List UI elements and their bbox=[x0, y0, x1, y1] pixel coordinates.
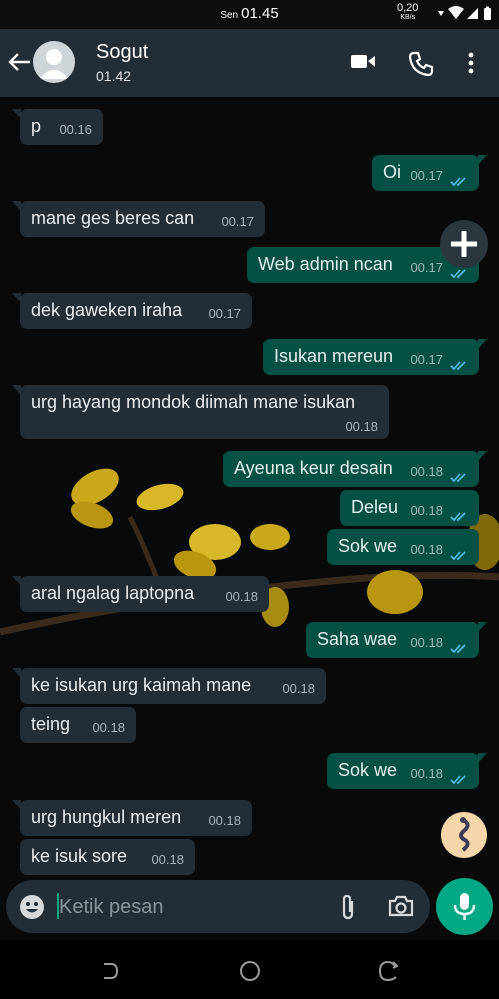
system-nav-bar bbox=[0, 940, 499, 999]
read-receipt-icon bbox=[450, 467, 468, 488]
message-text: Ayeuna keur desain bbox=[234, 458, 393, 478]
message-time: 00.17 bbox=[221, 214, 254, 229]
paperclip-icon[interactable] bbox=[338, 893, 358, 926]
message-input[interactable]: Ketik pesan bbox=[59, 896, 164, 919]
read-receipt-icon bbox=[450, 355, 468, 376]
outgoing-message[interactable]: Deleu 00.18 bbox=[340, 490, 479, 526]
outgoing-message[interactable]: Sok we 00.18 bbox=[327, 753, 487, 790]
status-icons bbox=[436, 6, 496, 27]
bubble-tail bbox=[12, 668, 21, 678]
last-seen: 01.42 bbox=[96, 68, 132, 84]
message-time: 00.18 bbox=[225, 589, 258, 604]
message-text: dek gaweken iraha bbox=[31, 300, 183, 320]
bubble-tail bbox=[12, 109, 21, 119]
incoming-message[interactable]: p 00.16 bbox=[12, 109, 103, 145]
microphone-icon[interactable] bbox=[436, 878, 493, 935]
incoming-message[interactable]: urg hungkul meren 00.18 bbox=[12, 800, 252, 836]
message-text: ke isukan urg kaimah mane bbox=[31, 675, 252, 695]
read-receipt-icon bbox=[450, 769, 468, 790]
bubble-tail bbox=[478, 622, 487, 632]
bubble-tail bbox=[12, 201, 21, 211]
read-receipt-icon bbox=[450, 506, 468, 527]
home-icon[interactable] bbox=[239, 960, 261, 987]
outgoing-message[interactable]: Isukan mereun 00.17 bbox=[263, 339, 487, 376]
message-text: p bbox=[31, 116, 42, 136]
message-text: urg hayang mondok diimah mane isukan bbox=[31, 392, 356, 412]
message-time: 00.18 bbox=[410, 503, 443, 518]
plus-icon[interactable] bbox=[440, 220, 488, 268]
emoji-icon[interactable] bbox=[19, 894, 45, 925]
incoming-message[interactable]: dek gaweken iraha 00.17 bbox=[12, 293, 252, 329]
bubble-tail bbox=[478, 155, 487, 165]
voice-call-icon[interactable] bbox=[408, 51, 434, 82]
contact-name[interactable]: Sogut bbox=[96, 41, 148, 64]
message-time: 00.18 bbox=[92, 720, 125, 735]
message-text: teing bbox=[31, 714, 71, 734]
message-time: 00.18 bbox=[410, 635, 443, 650]
message-time: 00.17 bbox=[410, 352, 443, 367]
chat-header: Sogut 01.42 bbox=[0, 29, 499, 97]
incoming-message[interactable]: urg hayang mondok diimah mane isukan 00.1… bbox=[12, 385, 389, 439]
camera-icon[interactable] bbox=[388, 894, 414, 923]
read-receipt-icon bbox=[450, 171, 468, 192]
message-text: Isukan mereun bbox=[274, 346, 394, 366]
message-text: Deleu bbox=[351, 497, 399, 517]
message-text: urg hungkul meren bbox=[31, 807, 182, 827]
video-call-icon[interactable] bbox=[350, 51, 376, 76]
recent-apps-icon[interactable] bbox=[100, 961, 120, 986]
message-time: 00.17 bbox=[208, 306, 241, 321]
back-nav-icon[interactable] bbox=[378, 960, 400, 987]
incoming-message[interactable]: ke isukan urg kaimah mane 00.18 bbox=[12, 668, 326, 704]
network-speed: 0,20 KB/s bbox=[397, 2, 419, 22]
message-time: 00.17 bbox=[410, 260, 443, 275]
bubble-tail bbox=[12, 800, 21, 810]
outgoing-message[interactable]: Saha wae 00.18 bbox=[306, 622, 487, 659]
message-time: 00.18 bbox=[410, 766, 443, 781]
avatar[interactable] bbox=[33, 41, 75, 83]
message-time: 00.18 bbox=[345, 419, 378, 434]
outgoing-message[interactable]: Oi 00.17 bbox=[372, 155, 487, 192]
message-time: 00.18 bbox=[151, 852, 184, 867]
message-text: mane ges beres can bbox=[31, 208, 195, 228]
composer-bar: Ketik pesan bbox=[6, 880, 430, 933]
outgoing-message[interactable]: Sok we 00.18 bbox=[327, 529, 479, 565]
bubble-tail bbox=[12, 576, 21, 586]
incoming-message[interactable]: aral ngalag laptopna 00.18 bbox=[12, 576, 269, 612]
message-text: ke isuk sore bbox=[31, 846, 128, 866]
message-time: 00.18 bbox=[208, 813, 241, 828]
message-time: 00.18 bbox=[410, 464, 443, 479]
message-text: Web admin ncan bbox=[258, 254, 393, 274]
arrow-left-icon[interactable] bbox=[6, 49, 32, 80]
incoming-message[interactable]: ke isuk sore 00.18 bbox=[20, 839, 195, 875]
bubble-tail bbox=[12, 385, 21, 395]
incoming-message[interactable]: teing 00.18 bbox=[20, 707, 136, 743]
outgoing-message[interactable]: Ayeuna keur desain 00.18 bbox=[223, 451, 487, 488]
bubble-tail bbox=[12, 293, 21, 303]
bubble-tail bbox=[478, 451, 487, 461]
message-text: Oi bbox=[383, 162, 401, 182]
message-text: Sok we bbox=[338, 536, 398, 556]
message-text: Sok we bbox=[338, 760, 398, 780]
message-time: 00.17 bbox=[410, 168, 443, 183]
read-receipt-icon bbox=[450, 638, 468, 659]
bubble-tail bbox=[478, 339, 487, 349]
incoming-message[interactable]: mane ges beres can 00.17 bbox=[12, 201, 265, 237]
message-time: 00.16 bbox=[59, 122, 92, 137]
more-vert-icon[interactable] bbox=[467, 51, 475, 80]
bubble-tail bbox=[478, 753, 487, 763]
message-time: 00.18 bbox=[282, 681, 315, 696]
message-text: Saha wae bbox=[317, 629, 398, 649]
assistant-bubble-icon[interactable] bbox=[441, 812, 487, 858]
chat-area[interactable]: p 00.16 Oi 00.17 mane ges beres can 00.17 Web … bbox=[0, 97, 499, 940]
message-text: aral ngalag laptopna bbox=[31, 583, 195, 603]
read-receipt-icon bbox=[450, 545, 468, 566]
message-time: 00.18 bbox=[410, 542, 443, 557]
status-time: Sen 01.45 bbox=[220, 5, 279, 22]
status-bar: Sen 01.45 0,20 KB/s bbox=[0, 0, 499, 29]
